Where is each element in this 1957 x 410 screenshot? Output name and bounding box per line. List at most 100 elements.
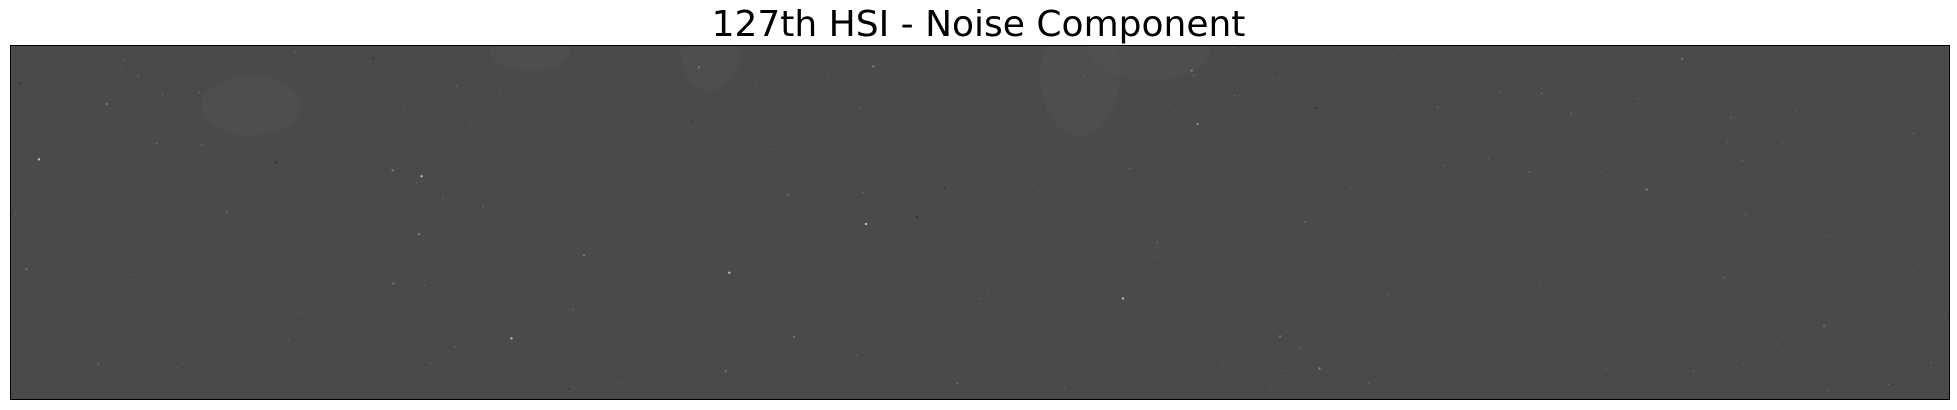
figure-title: 127th HSI - Noise Component bbox=[711, 4, 1246, 45]
noise-speck bbox=[1830, 80, 1832, 82]
noise-speck bbox=[502, 304, 504, 306]
noise-speck bbox=[863, 154, 865, 156]
noise-speck bbox=[285, 254, 288, 257]
noise-speck bbox=[391, 169, 394, 172]
noise-speck bbox=[723, 364, 725, 366]
noise-speck bbox=[967, 209, 969, 211]
noise-speck bbox=[1655, 83, 1657, 85]
noise-speck bbox=[1313, 276, 1315, 278]
noise-speck bbox=[499, 92, 501, 94]
noise-speck bbox=[1600, 171, 1602, 173]
noise-speck bbox=[1528, 170, 1531, 173]
noise-speck bbox=[1527, 323, 1529, 325]
noise-speck bbox=[1559, 141, 1561, 143]
noise-speck bbox=[1693, 370, 1695, 372]
noise-speck bbox=[362, 246, 364, 248]
noise-speck bbox=[73, 234, 75, 236]
noise-speck bbox=[1722, 277, 1724, 279]
noise-speck bbox=[16, 229, 18, 231]
noise-speck bbox=[1335, 83, 1337, 85]
noise-speck bbox=[225, 210, 227, 212]
noise-speck bbox=[1930, 362, 1932, 364]
noise-speck bbox=[1415, 66, 1417, 68]
noise-speck bbox=[156, 142, 158, 144]
noise-speck bbox=[392, 282, 395, 285]
noise-speck bbox=[465, 330, 467, 332]
noise-speck bbox=[679, 214, 681, 216]
noise-speck bbox=[137, 75, 139, 77]
noise-speck bbox=[1316, 264, 1318, 266]
noise-speck bbox=[1730, 167, 1732, 169]
noise-speck bbox=[1795, 109, 1797, 111]
noise-speck bbox=[49, 255, 51, 257]
noise-speck bbox=[1473, 218, 1475, 220]
noise-speck bbox=[238, 253, 240, 255]
noise-speck bbox=[1306, 75, 1308, 77]
noise-speck bbox=[95, 395, 97, 397]
noise-speck bbox=[482, 205, 484, 207]
noise-speck bbox=[1054, 345, 1056, 347]
noise-speck bbox=[1309, 363, 1311, 364]
noise-speck bbox=[429, 362, 431, 364]
noise-speck bbox=[1197, 186, 1199, 188]
noise-speck bbox=[456, 85, 458, 87]
noise-speck bbox=[1032, 96, 1034, 98]
noise-speck bbox=[77, 369, 79, 371]
noise-bright-pixel bbox=[37, 158, 40, 161]
noise-speck bbox=[1781, 343, 1784, 346]
noise-speck bbox=[537, 94, 539, 96]
noise-speck bbox=[1782, 269, 1784, 271]
noise-speck bbox=[1043, 229, 1045, 231]
noise-speck bbox=[821, 355, 823, 357]
noise-speck bbox=[1540, 234, 1542, 236]
noise-speck bbox=[1222, 365, 1224, 367]
noise-speck bbox=[1192, 50, 1194, 52]
noise-speck bbox=[944, 127, 946, 129]
noise-bright-pixel bbox=[420, 175, 423, 178]
noise-speck bbox=[1437, 106, 1439, 108]
noise-speck bbox=[616, 181, 618, 183]
noise-speck bbox=[589, 363, 591, 364]
noise-speck bbox=[1270, 385, 1272, 387]
noise-speck bbox=[944, 186, 947, 189]
noise-speck bbox=[636, 62, 638, 64]
figure: 127th HSI - Noise Component bbox=[0, 0, 1957, 410]
noise-speck bbox=[1624, 185, 1626, 187]
noise-speck bbox=[343, 363, 345, 364]
noise-speck bbox=[1376, 285, 1378, 287]
noise-speck bbox=[1730, 117, 1732, 119]
noise-speck bbox=[1493, 125, 1495, 127]
noise-speck bbox=[89, 378, 91, 380]
noise-speck bbox=[1037, 191, 1039, 193]
noise-speck bbox=[1063, 157, 1065, 159]
noise-speck bbox=[325, 112, 327, 114]
noise-speck bbox=[1744, 213, 1746, 215]
noise-speck bbox=[1181, 48, 1183, 50]
noise-speck bbox=[1156, 256, 1158, 258]
noise-speck bbox=[454, 346, 456, 348]
noise-speck bbox=[1670, 206, 1672, 208]
noise-speck bbox=[999, 322, 1001, 324]
noise-bright-pixel bbox=[865, 222, 868, 225]
noise-speck bbox=[129, 274, 131, 276]
noise-speck bbox=[926, 120, 928, 122]
noise-speck bbox=[1931, 322, 1933, 324]
noise-speck bbox=[1726, 141, 1728, 143]
noise-speck bbox=[442, 197, 444, 199]
noise-speck bbox=[1276, 73, 1279, 76]
noise-speck bbox=[14, 213, 16, 215]
noise-speck bbox=[1840, 122, 1842, 124]
noise-speck bbox=[730, 208, 732, 210]
noise-speck bbox=[372, 57, 375, 60]
noise-speck bbox=[176, 367, 178, 369]
noise-speck bbox=[1465, 144, 1467, 146]
noise-speck bbox=[1803, 156, 1805, 158]
noise-speck bbox=[858, 107, 860, 109]
noise-speck bbox=[1035, 274, 1037, 276]
noise-speck bbox=[397, 292, 399, 294]
noise-speck bbox=[554, 193, 556, 195]
noise-speck bbox=[697, 66, 700, 69]
noise-speck bbox=[1887, 383, 1889, 385]
noise-speck bbox=[1826, 235, 1828, 237]
noise-speck bbox=[813, 379, 815, 381]
